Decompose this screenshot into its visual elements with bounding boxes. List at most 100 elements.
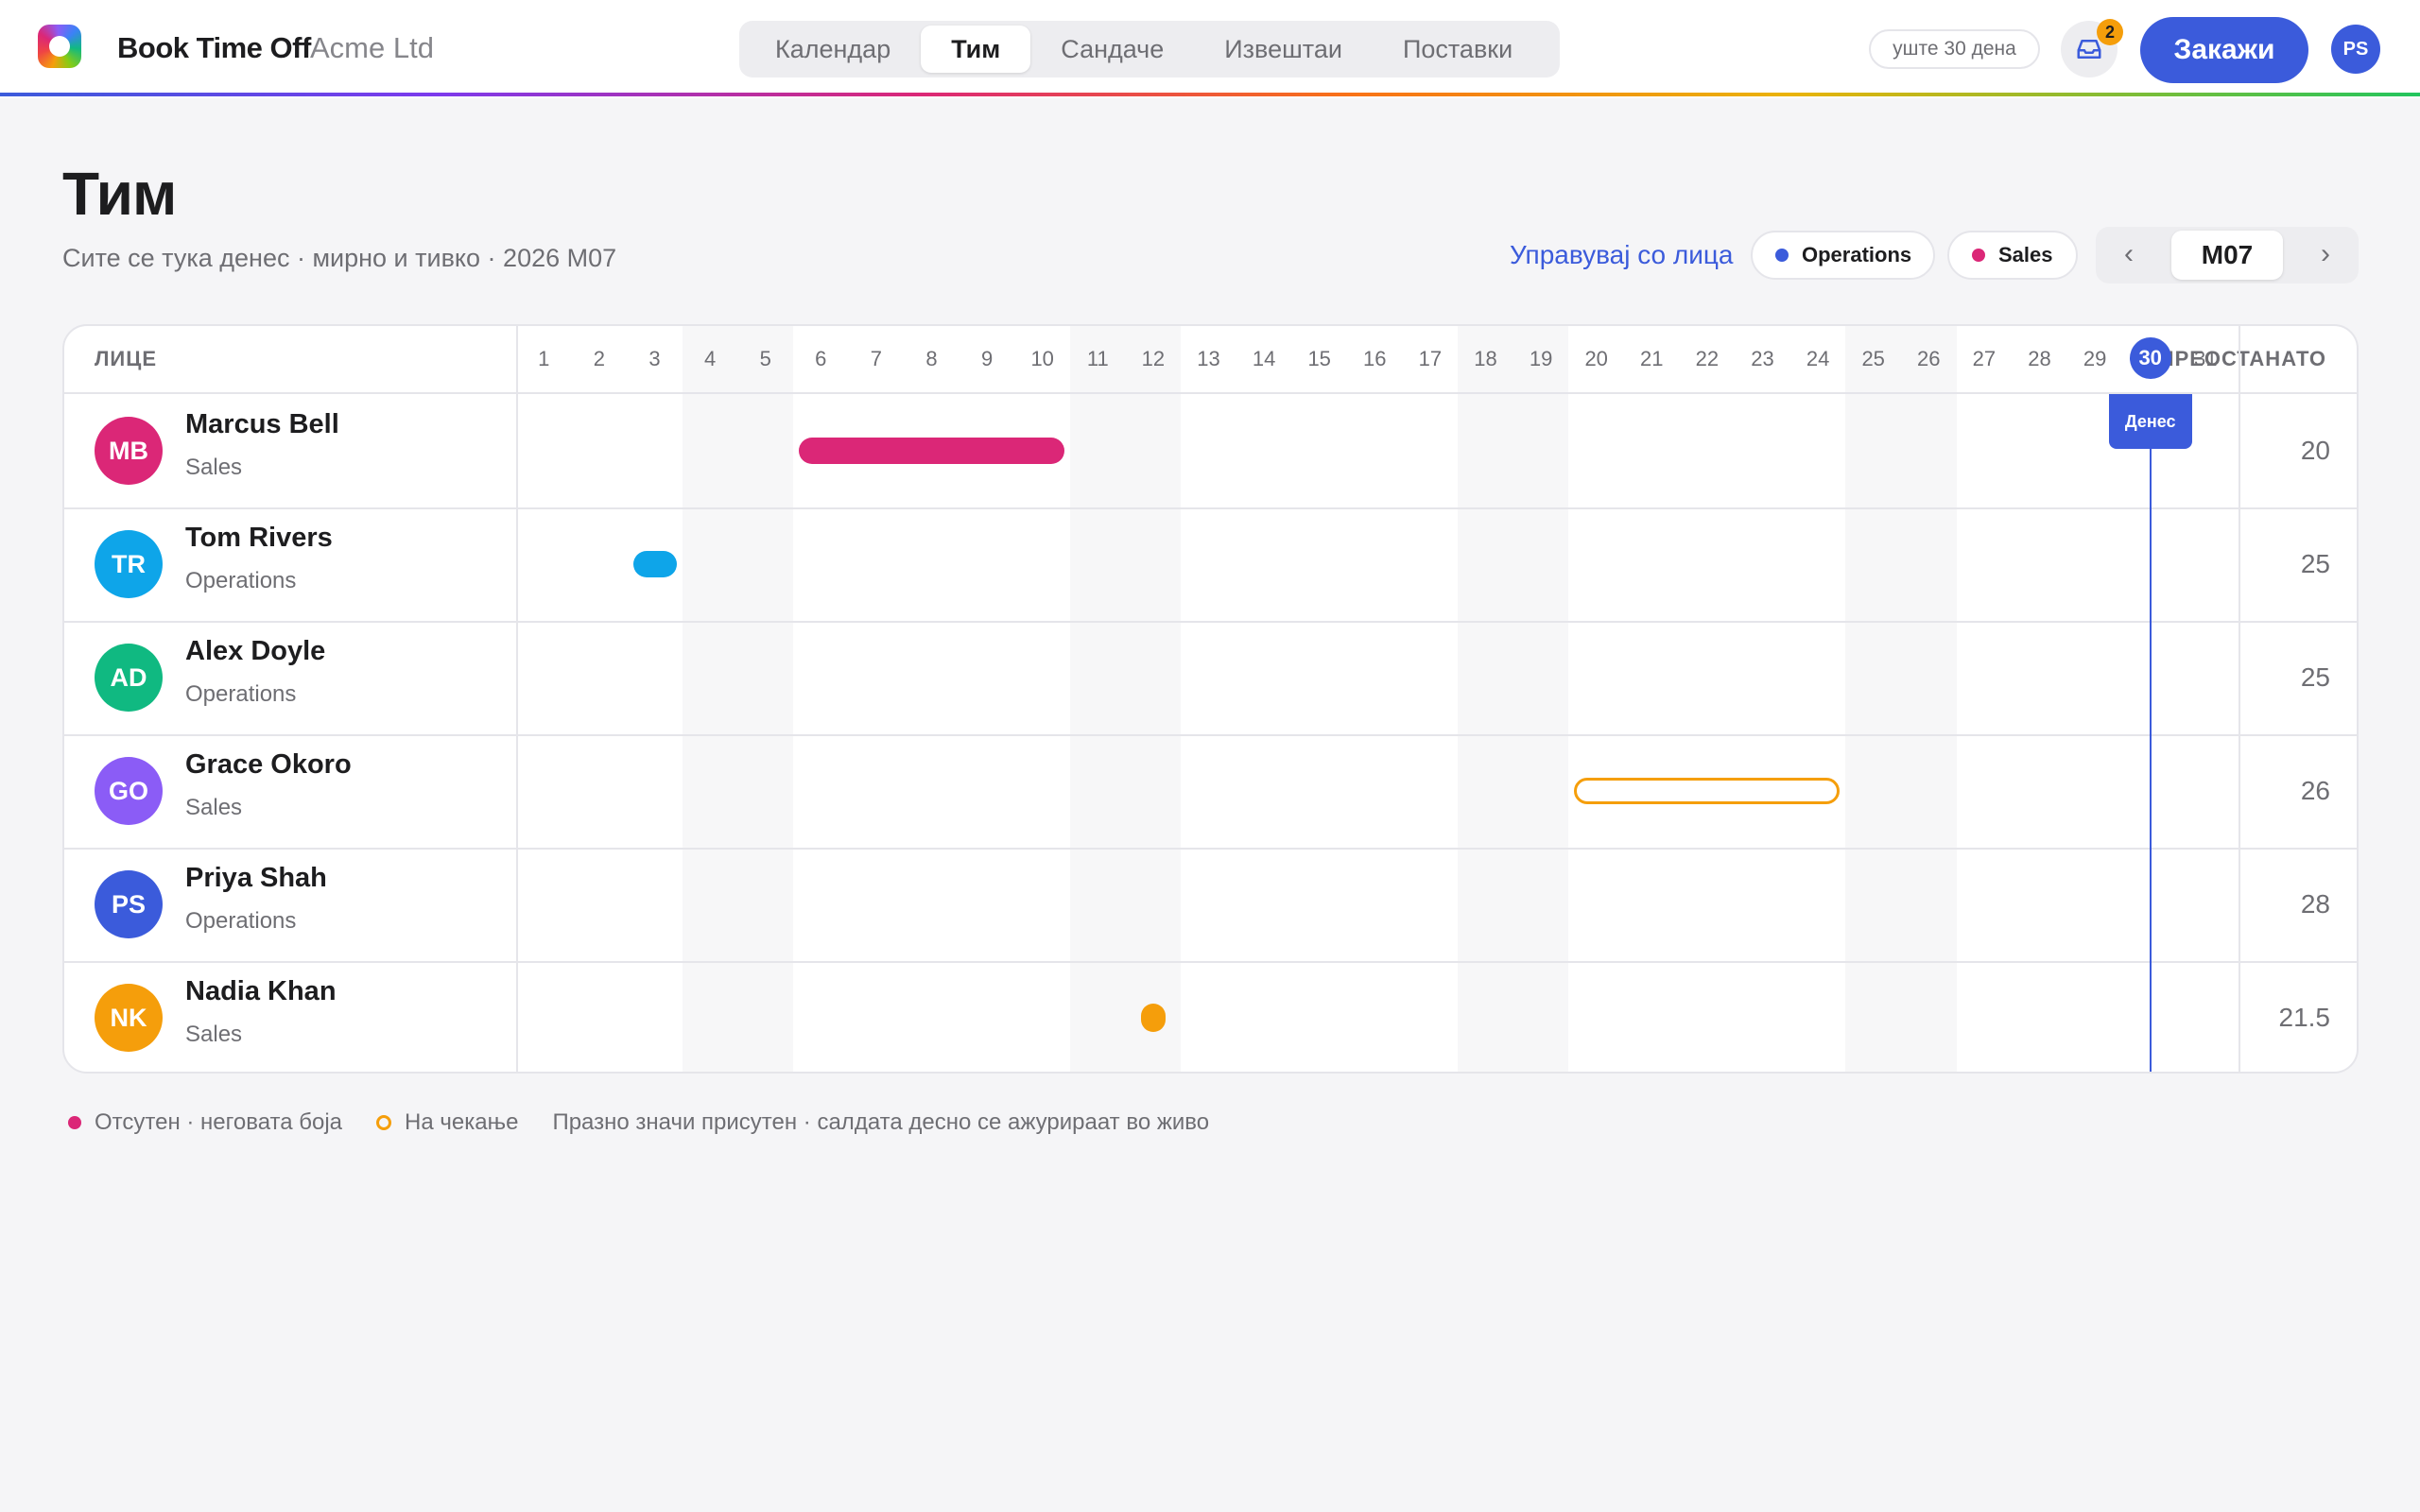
main-tabs: Календар Тим Сандаче Извештаи Поставки: [739, 21, 1560, 77]
table-row[interactable]: AD Alex Doyle Operations 25: [64, 621, 2357, 734]
legend: Отсутен · неговата боја На чекање Празно…: [68, 1109, 1209, 1136]
person-department: Operations: [185, 681, 297, 707]
person-name[interactable]: Nadia Khan: [185, 976, 337, 1007]
avatar[interactable]: NK: [95, 984, 163, 1052]
absent-legend-dot: [68, 1116, 81, 1129]
remaining-balance: 26: [2300, 776, 2330, 805]
company-name: Acme Ltd: [310, 31, 434, 64]
person-name[interactable]: Alex Doyle: [185, 636, 325, 667]
user-avatar[interactable]: PS: [2331, 25, 2380, 74]
day-number[interactable]: 8: [904, 347, 959, 371]
absence-bar[interactable]: [799, 438, 1064, 464]
person-name[interactable]: Priya Shah: [185, 863, 327, 894]
legend-note: Празно значи присутен · салдата десно се…: [552, 1109, 1210, 1135]
person-department: Sales: [185, 1022, 243, 1047]
avatar[interactable]: MB: [95, 417, 163, 485]
top-bar: Book Time Off Acme Ltd Календар Тим Сандач…: [0, 0, 2420, 98]
table-row[interactable]: GO Grace Okoro Sales 26: [64, 734, 2357, 848]
day-number[interactable]: 20: [1568, 347, 1624, 371]
person-column-header: ЛИЦЕ: [95, 347, 157, 370]
day-number[interactable]: 7: [849, 347, 905, 371]
day-number[interactable]: 26: [1901, 347, 1957, 371]
day-number[interactable]: 3: [627, 347, 683, 371]
person-name[interactable]: Marcus Bell: [185, 409, 339, 440]
day-number[interactable]: 25: [1845, 347, 1901, 371]
remaining-balance: 25: [2300, 662, 2330, 692]
day-number[interactable]: 19: [1513, 347, 1569, 371]
person-department: Operations: [185, 908, 297, 934]
day-number[interactable]: 2: [572, 347, 628, 371]
day-number[interactable]: 4: [683, 347, 738, 371]
remaining-balance: 28: [2300, 889, 2330, 919]
day-number[interactable]: 16: [1347, 347, 1403, 371]
absence-bar[interactable]: [632, 551, 677, 577]
day-number[interactable]: 24: [1790, 347, 1846, 371]
remaining-balance: 25: [2300, 549, 2330, 578]
day-number[interactable]: 14: [1236, 347, 1292, 371]
day-number[interactable]: 15: [1291, 347, 1347, 371]
book-time-off-button[interactable]: Закажи: [2140, 17, 2308, 83]
day-number[interactable]: 18: [1458, 347, 1513, 371]
person-name[interactable]: Grace Okoro: [185, 749, 352, 781]
inbox-count-badge: 2: [2097, 19, 2123, 45]
day-number[interactable]: 22: [1680, 347, 1736, 371]
day-number[interactable]: 17: [1403, 347, 1459, 371]
trial-badge: уште 30 дена: [1869, 29, 2040, 69]
avatar[interactable]: PS: [95, 870, 163, 938]
day-number[interactable]: 11: [1070, 347, 1126, 371]
day-number[interactable]: 27: [1957, 347, 2013, 371]
table-row[interactable]: PS Priya Shah Operations 28: [64, 848, 2357, 961]
month-navigator: ‹ M07 ›: [2096, 227, 2359, 284]
avatar[interactable]: GO: [95, 757, 163, 825]
person-name[interactable]: Tom Rivers: [185, 523, 333, 554]
today-day-number[interactable]: 30: [2129, 337, 2171, 379]
day-number[interactable]: 29: [2067, 347, 2123, 371]
day-number[interactable]: 9: [959, 347, 1015, 371]
page-subtitle: Сите се тука денес · мирно и тивко · 202…: [62, 244, 617, 272]
table-row[interactable]: MB Marcus Bell Sales 20: [64, 394, 2357, 507]
day-number[interactable]: 31: [2178, 347, 2234, 371]
pending-legend-ring-icon: [376, 1115, 392, 1130]
remaining-balance: 20: [2300, 436, 2330, 465]
operations-color-dot: [1775, 249, 1789, 262]
accent-gradient-divider: [0, 93, 2420, 96]
day-number[interactable]: 23: [1735, 347, 1790, 371]
brand-name: Book Time Off: [117, 31, 311, 64]
day-number[interactable]: 28: [2012, 347, 2067, 371]
tab-1[interactable]: Календар: [745, 26, 921, 73]
person-department: Sales: [185, 455, 243, 480]
filter-chip-label: Operations: [1802, 243, 1912, 266]
person-department: Sales: [185, 795, 243, 820]
day-number[interactable]: 10: [1014, 347, 1070, 371]
tab-3[interactable]: Сандаче: [1030, 26, 1194, 73]
day-number[interactable]: 13: [1181, 347, 1236, 371]
manage-people-link[interactable]: Управувај со лица: [1510, 240, 1733, 270]
current-month-label[interactable]: M07: [2171, 231, 2283, 280]
tab-2[interactable]: Тим: [921, 26, 1031, 73]
next-month-button[interactable]: ›: [2292, 227, 2359, 284]
day-number[interactable]: 1: [516, 347, 572, 371]
table-row[interactable]: TR Tom Rivers Operations 25: [64, 507, 2357, 621]
filter-chip-sales[interactable]: Sales: [1947, 231, 2078, 280]
day-number[interactable]: 6: [793, 347, 849, 371]
tab-4[interactable]: Извештаи: [1194, 26, 1373, 73]
table-row[interactable]: NK Nadia Khan Sales 21.5: [64, 961, 2357, 1072]
pending-absence-bar[interactable]: [1574, 778, 1841, 804]
avatar[interactable]: TR: [95, 530, 163, 598]
team-calendar-grid: ЛИЦЕ ПРЕОСТАНАТО 1 2 3 4 5 6 7 8 9 10 11 12 13 14 15 16…: [62, 324, 2359, 1074]
avatar[interactable]: AD: [95, 644, 163, 712]
day-number[interactable]: 21: [1624, 347, 1680, 371]
filter-chip-operations[interactable]: Operations: [1751, 231, 1935, 280]
remaining-balance: 21.5: [2278, 1003, 2331, 1032]
filter-chip-label: Sales: [1998, 243, 2053, 266]
day-number[interactable]: 12: [1126, 347, 1182, 371]
sales-color-dot: [1972, 249, 1985, 262]
day-number[interactable]: 5: [737, 347, 793, 371]
tab-5[interactable]: Поставки: [1373, 26, 1543, 73]
absent-legend-label: Отсутен · неговата боја: [95, 1109, 343, 1135]
person-department: Operations: [185, 568, 297, 593]
app-logo-icon[interactable]: [38, 25, 81, 68]
page-title: Тим: [62, 160, 177, 228]
absence-bar[interactable]: [1140, 1004, 1166, 1032]
prev-month-button[interactable]: ‹: [2096, 227, 2162, 284]
